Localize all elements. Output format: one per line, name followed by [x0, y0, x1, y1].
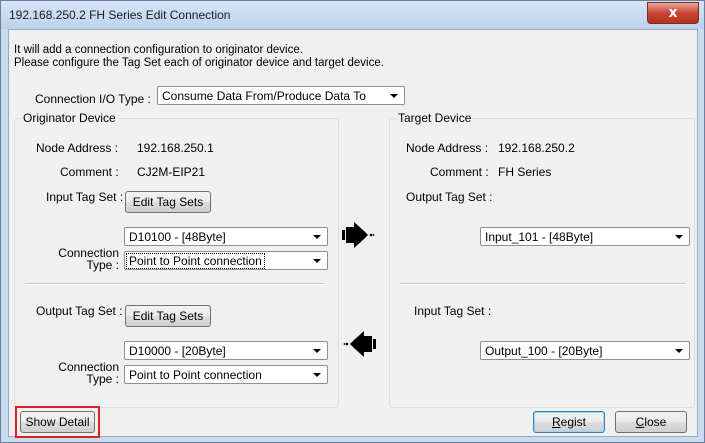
separator-line [25, 283, 325, 285]
target-output-tag-select[interactable]: Input_101 - [48Byte] [480, 227, 690, 246]
originator-device-group: Originator Device Node Address : 192.168… [14, 111, 339, 408]
separator-line [400, 283, 686, 285]
chevron-down-icon [675, 349, 683, 353]
regist-label-rest: egist [560, 415, 587, 429]
target-output-tag-value: Input_101 - [48Byte] [485, 230, 594, 244]
edit-tag-sets-label: Edit Tag Sets [132, 195, 204, 209]
target-node-address-value: 192.168.250.2 [498, 141, 575, 155]
originator-output-connection-type-select[interactable]: Point to Point connection [124, 365, 328, 384]
connection-io-type-value: Consume Data From/Produce Data To [162, 89, 366, 103]
originator-output-connection-type-value: Point to Point connection [129, 368, 262, 382]
window-title: 192.168.250.2 FH Series Edit Connection [9, 8, 231, 22]
intro-text: It will add a connection configuration t… [14, 44, 384, 70]
target-comment-value: FH Series [498, 165, 552, 179]
window-close-button[interactable]: x [647, 2, 699, 24]
originator-node-address-value: 192.168.250.1 [137, 141, 214, 155]
originator-input-connection-type-label: Connection Type : [57, 247, 119, 271]
originator-input-tag-set-label: Input Tag Set : [46, 190, 124, 204]
close-button[interactable]: Close [615, 411, 687, 433]
connection-io-type-select[interactable]: Consume Data From/Produce Data To [157, 86, 405, 105]
originator-input-tag-value: D10100 - [48Byte] [129, 230, 226, 244]
originator-node-address-label: Node Address : [36, 141, 119, 155]
chevron-down-icon [390, 94, 398, 98]
close-label: Close [636, 415, 667, 429]
dialog-client-area: It will add a connection configuration t… [8, 29, 698, 438]
dialog-window: 192.168.250.2 FH Series Edit Connection … [0, 0, 705, 443]
chevron-down-icon [675, 235, 683, 239]
originator-input-tag-select[interactable]: D10100 - [48Byte] [124, 227, 328, 246]
target-comment-label: Comment : [430, 165, 489, 179]
intro-line-1: It will add a connection configuration t… [14, 44, 303, 56]
originator-output-edit-tag-sets-button[interactable]: Edit Tag Sets [125, 305, 211, 327]
originator-output-connection-type-label: Connection Type : [57, 361, 119, 385]
target-input-tag-set-label: Input Tag Set : [414, 304, 492, 318]
data-flow-right-arrow-icon [342, 222, 375, 248]
chevron-down-icon [313, 349, 321, 353]
chevron-down-icon [313, 235, 321, 239]
edit-tag-sets-label: Edit Tag Sets [132, 309, 204, 323]
intro-line-2: Please configure the Tag Set each of ori… [14, 57, 384, 69]
originator-output-tag-select[interactable]: D10000 - [20Byte] [124, 341, 328, 360]
connection-io-type-label: Connection I/O Type : [35, 92, 151, 106]
originator-comment-value: CJ2M-EIP21 [137, 165, 206, 179]
target-input-tag-value: Output_100 - [20Byte] [485, 344, 603, 358]
highlight-box [15, 406, 100, 438]
regist-mnemonic: R [551, 415, 561, 429]
originator-input-connection-type-select[interactable]: Point to Point connection [124, 251, 328, 270]
title-bar[interactable]: 192.168.250.2 FH Series Edit Connection … [1, 1, 704, 29]
target-device-legend: Target Device [396, 111, 474, 125]
target-input-tag-select[interactable]: Output_100 - [20Byte] [480, 341, 690, 360]
data-flow-left-arrow-icon [343, 331, 376, 357]
originator-input-edit-tag-sets-button[interactable]: Edit Tag Sets [125, 191, 211, 213]
connection-type-label-line2: Type : [86, 372, 119, 386]
close-label-rest: lose [644, 415, 667, 429]
connection-type-label-line2: Type : [86, 258, 119, 272]
chevron-down-icon [313, 373, 321, 377]
regist-button[interactable]: Regist [533, 411, 605, 433]
regist-label: Regist [552, 415, 586, 429]
chevron-down-icon [313, 259, 321, 263]
close-icon: x [668, 5, 678, 21]
originator-comment-label: Comment : [60, 165, 119, 179]
originator-output-tag-value: D10000 - [20Byte] [129, 344, 226, 358]
originator-device-legend: Originator Device [21, 111, 118, 125]
target-node-address-label: Node Address : [406, 141, 489, 155]
originator-output-tag-set-label: Output Tag Set : [36, 304, 123, 318]
target-output-tag-set-label: Output Tag Set : [406, 190, 493, 204]
target-device-group: Target Device Node Address : 192.168.250… [389, 111, 695, 408]
originator-input-connection-type-value: Point to Point connection [126, 253, 265, 269]
